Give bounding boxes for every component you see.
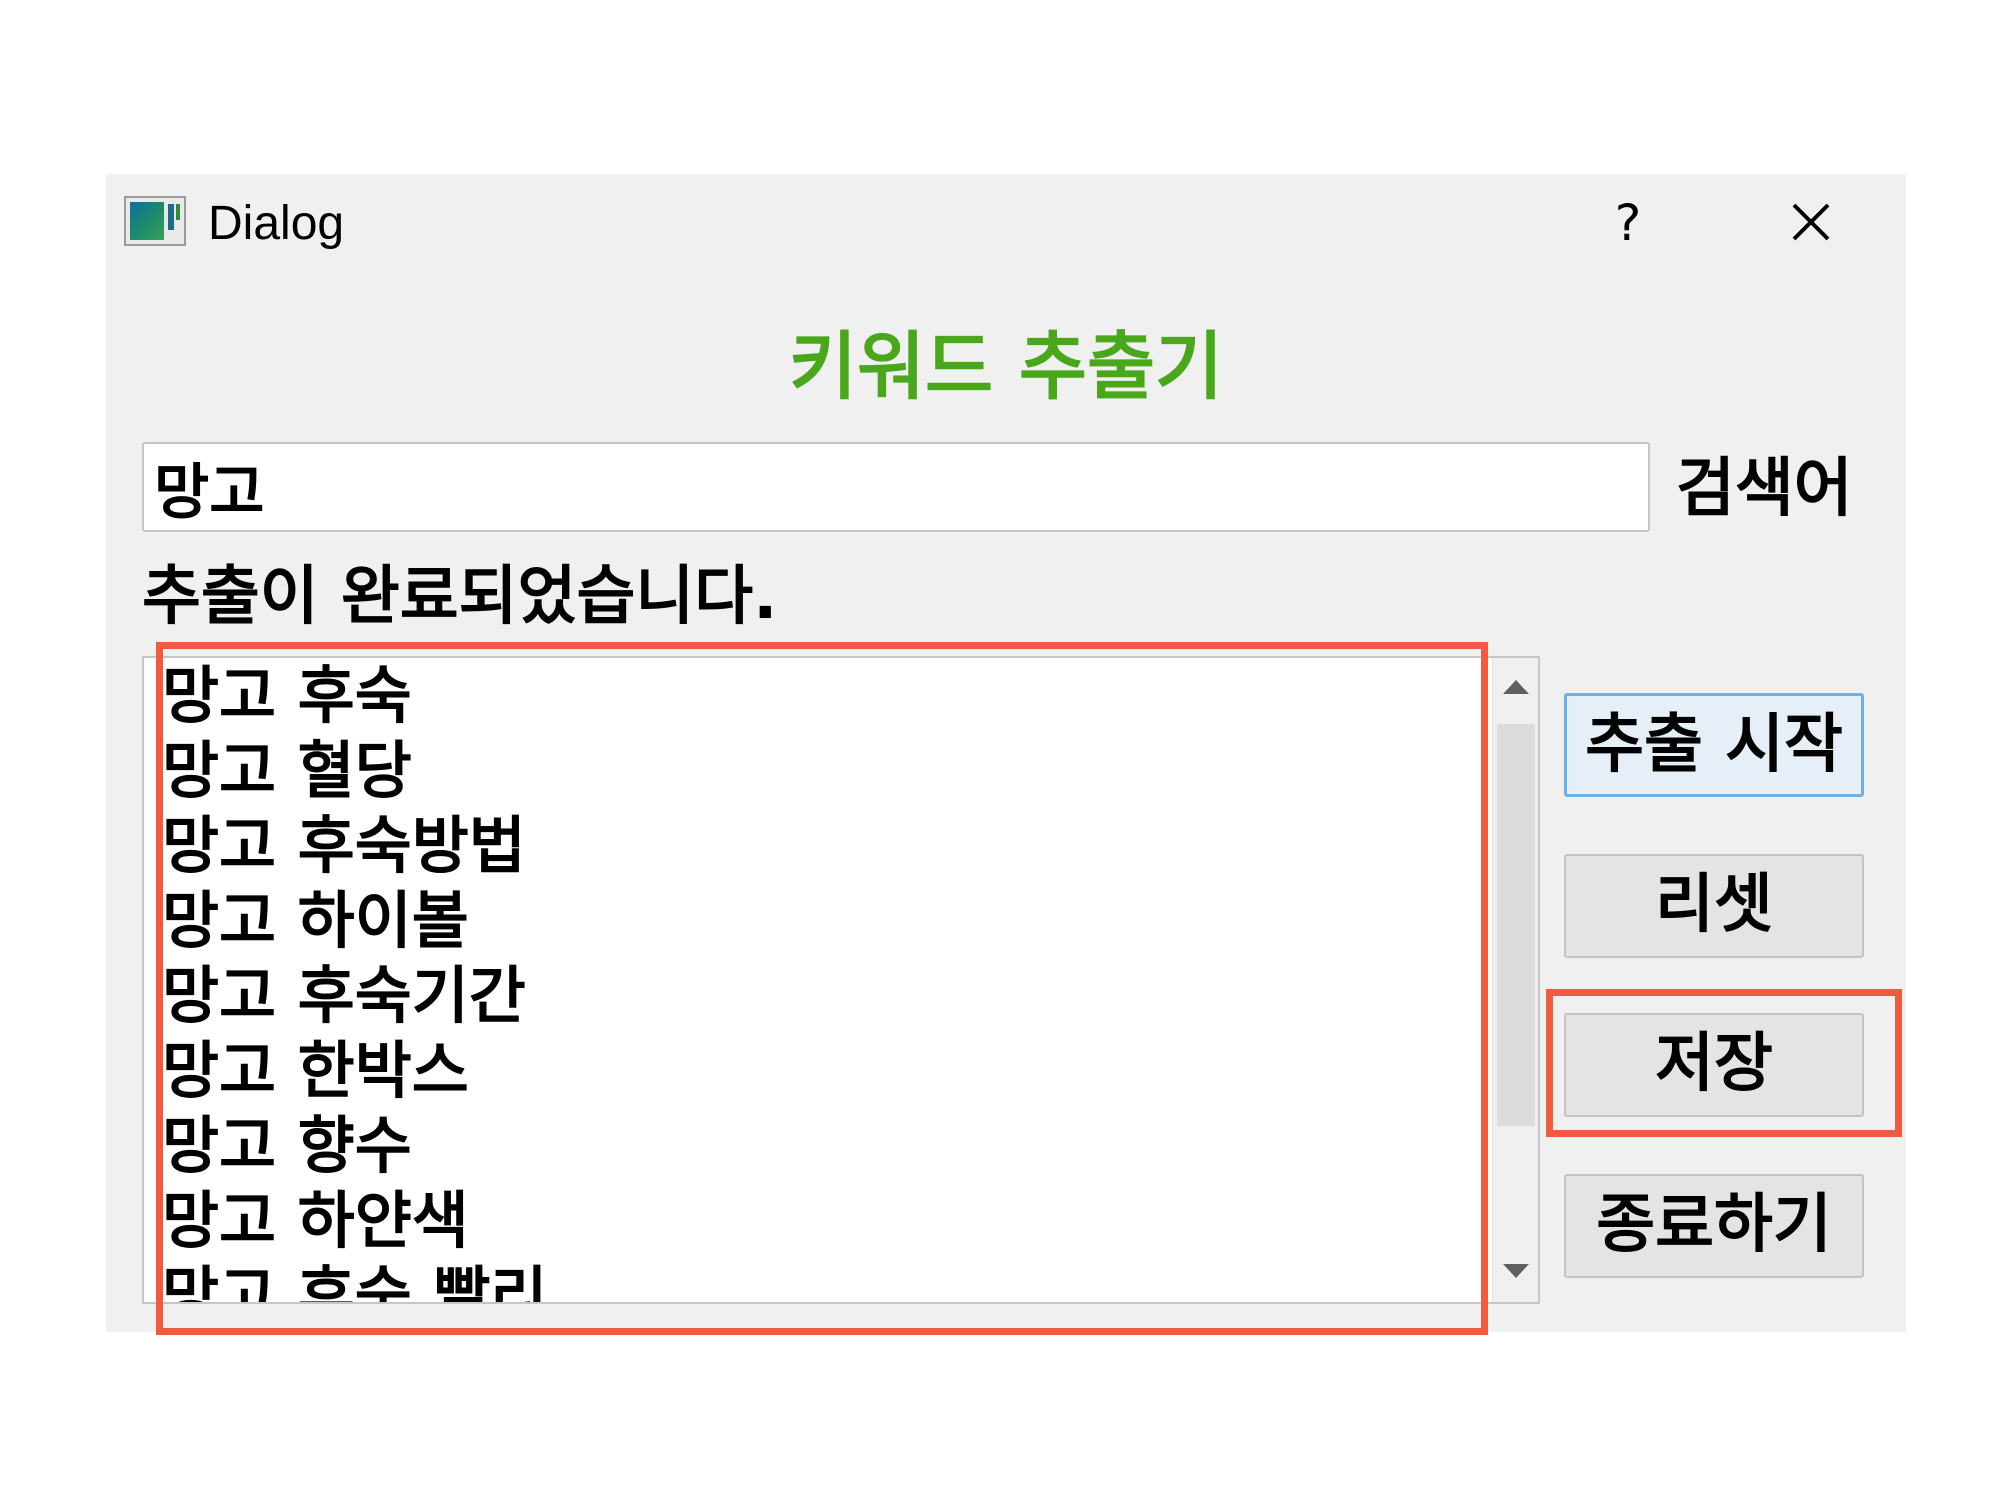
scroll-up-arrow-icon [1503, 680, 1529, 694]
list-item[interactable]: 망고 후숙방법 [144, 808, 1498, 883]
scroll-down-arrow-icon [1503, 1264, 1529, 1278]
list-item[interactable]: 망고 혈당 [144, 733, 1498, 808]
list-item[interactable]: 망고 향수 [144, 1108, 1498, 1183]
reset-button[interactable]: 리셋 [1564, 854, 1864, 958]
start-extraction-button[interactable]: 추출 시작 [1564, 693, 1864, 797]
save-button[interactable]: 저장 [1564, 1013, 1864, 1117]
list-item[interactable]: 망고 한박스 [144, 1033, 1498, 1108]
scroll-up-button[interactable] [1493, 658, 1538, 720]
title-bar: Dialog ? [106, 174, 1906, 278]
list-item[interactable]: 망고 후숙 [144, 658, 1498, 733]
scroll-down-button[interactable] [1493, 1240, 1538, 1302]
close-button[interactable] [1772, 188, 1850, 258]
search-input[interactable] [142, 442, 1650, 532]
vertical-scrollbar[interactable] [1492, 658, 1538, 1302]
list-item[interactable]: 망고 후숙기간 [144, 958, 1498, 1033]
list-item[interactable]: 망고 하얀색 [144, 1183, 1498, 1258]
app-heading: 키워드 추출기 [788, 324, 1224, 410]
window-title: Dialog [208, 197, 345, 250]
quit-button[interactable]: 종료하기 [1564, 1174, 1864, 1278]
close-icon [1792, 203, 1830, 241]
status-message: 추출이 완료되었습니다. [142, 560, 778, 634]
app-icon [124, 196, 186, 246]
scrollbar-thumb[interactable] [1497, 724, 1535, 1126]
list-item[interactable]: 망고 하이볼 [144, 883, 1498, 958]
results-items: 망고 후숙 망고 혈당 망고 후숙방법 망고 하이볼 망고 후숙기간 망고 한박스 망고 향… [144, 658, 1498, 1302]
results-list[interactable]: 망고 후숙 망고 혈당 망고 후숙방법 망고 하이볼 망고 후숙기간 망고 한박스 망고 향… [142, 656, 1540, 1304]
search-label: 검색어 [1676, 452, 1853, 526]
list-item[interactable]: 망고 후숙 빨리 [144, 1258, 1498, 1302]
help-button[interactable]: ? [1600, 188, 1656, 258]
dialog-window: Dialog ? 키워드 추출기 검색어 추출이 완료되었습니다. 망고 후숙망… [106, 174, 1906, 1332]
